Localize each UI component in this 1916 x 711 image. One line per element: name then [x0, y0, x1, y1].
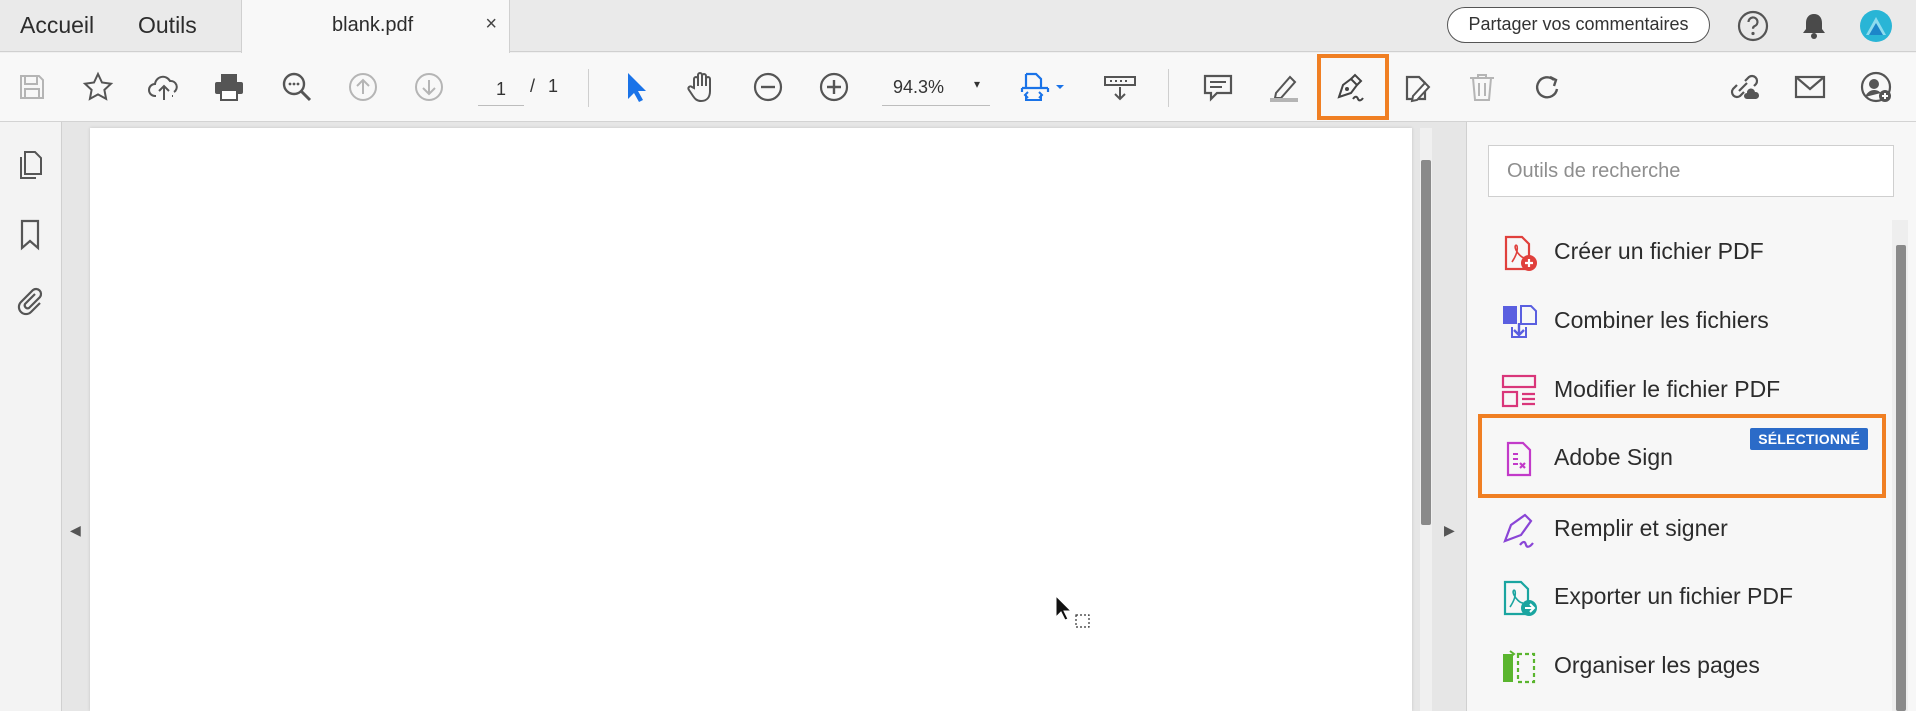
help-icon[interactable] [1736, 9, 1770, 43]
hand-tool-icon[interactable] [682, 67, 722, 107]
notification-bell-icon[interactable] [1797, 9, 1831, 43]
email-icon[interactable] [1790, 67, 1830, 107]
comment-icon[interactable] [1198, 67, 1238, 107]
left-navigation-rail [0, 122, 62, 711]
tool-label: Combiner les fichiers [1554, 307, 1769, 333]
tool-organize-pages[interactable]: Organiser les pages [1478, 636, 1886, 696]
scroll-mode-icon[interactable] [1100, 67, 1140, 107]
combine-files-icon [1503, 305, 1537, 338]
account-avatar-icon[interactable] [1859, 9, 1893, 43]
close-tab-icon[interactable]: × [485, 13, 497, 36]
toolbar-divider [1168, 69, 1169, 107]
page-total: 1 [548, 76, 559, 96]
export-pdf-icon [1503, 580, 1537, 616]
organize-pages-icon [1503, 650, 1536, 684]
chevron-down-icon: ▾ [973, 77, 980, 91]
tool-edit-pdf[interactable]: Modifier le fichier PDF [1478, 360, 1886, 420]
document-scrollbar-thumb[interactable] [1421, 160, 1431, 525]
tool-export-pdf[interactable]: Exporter un fichier PDF [1478, 567, 1886, 627]
tool-label: Remplir et signer [1554, 515, 1728, 541]
tool-label: Créer un fichier PDF [1554, 238, 1764, 264]
top-tab-bar: Accueil Outils blank.pdf × Partager vos … [0, 0, 1916, 53]
highlight-icon[interactable] [1264, 67, 1304, 107]
search-tools-input[interactable] [1488, 145, 1894, 197]
tool-label: Adobe Sign [1554, 444, 1673, 470]
tool-fill-sign[interactable]: Remplir et signer [1478, 499, 1886, 559]
tools-pane-scrollbar-thumb[interactable] [1896, 245, 1906, 711]
share-feedback-button[interactable]: Partager vos commentaires [1447, 7, 1710, 43]
page-number-input[interactable] [478, 73, 524, 106]
toolbar-divider [588, 69, 589, 107]
tab-tools[interactable]: Outils [138, 12, 197, 39]
rotate-icon[interactable] [1528, 67, 1568, 107]
edit-pdf-icon [1501, 374, 1537, 408]
zoom-level-dropdown[interactable]: 94.3% ▾ [882, 73, 990, 106]
page-separator: / [530, 76, 536, 96]
collapse-right-panel-icon[interactable]: ▶ [1444, 522, 1455, 539]
share-link-icon[interactable] [1723, 67, 1763, 107]
adobe-sign-icon [1506, 441, 1532, 477]
document-tab[interactable]: blank.pdf × [241, 0, 510, 53]
print-icon[interactable] [209, 67, 249, 107]
tab-home[interactable]: Accueil [20, 12, 94, 39]
create-pdf-icon [1504, 235, 1537, 271]
page-thumbnails-icon[interactable] [13, 148, 47, 182]
pdf-page[interactable] [90, 128, 1412, 711]
sign-pen-icon[interactable] [1331, 67, 1371, 107]
attachments-icon[interactable] [13, 284, 47, 318]
search-zoom-icon[interactable] [277, 67, 317, 107]
upload-cloud-icon[interactable] [144, 67, 184, 107]
bookmarks-icon[interactable] [13, 217, 47, 251]
zoom-in-icon[interactable] [814, 67, 854, 107]
tool-label: Organiser les pages [1554, 652, 1760, 678]
fill-sign-icon [1503, 513, 1534, 548]
delete-icon[interactable] [1462, 67, 1502, 107]
select-cursor-icon[interactable] [616, 67, 656, 107]
bookmark-star-icon[interactable] [78, 67, 118, 107]
tool-label: Modifier le fichier PDF [1554, 376, 1781, 402]
tool-combine-files[interactable]: Combiner les fichiers [1478, 291, 1886, 351]
main-toolbar: / 1 94.3% ▾ [0, 53, 1916, 122]
next-page-icon[interactable] [409, 67, 449, 107]
edit-document-icon[interactable] [1397, 67, 1437, 107]
fit-page-icon[interactable] [1014, 67, 1074, 107]
previous-page-icon[interactable] [343, 67, 383, 107]
selected-badge: SÉLECTIONNÉ [1750, 428, 1868, 450]
save-icon[interactable] [12, 67, 52, 107]
tool-adobe-sign-selected[interactable]: Adobe Sign SÉLECTIONNÉ [1478, 414, 1886, 498]
zoom-out-icon[interactable] [748, 67, 788, 107]
add-user-icon[interactable] [1856, 67, 1896, 107]
zoom-level-value: 94.3% [893, 77, 945, 97]
collapse-left-panel-icon[interactable]: ◀ [70, 522, 81, 539]
tool-create-pdf[interactable]: Créer un fichier PDF [1478, 222, 1886, 282]
tool-label: Exporter un fichier PDF [1554, 583, 1794, 609]
document-tab-name: blank.pdf [332, 14, 414, 36]
